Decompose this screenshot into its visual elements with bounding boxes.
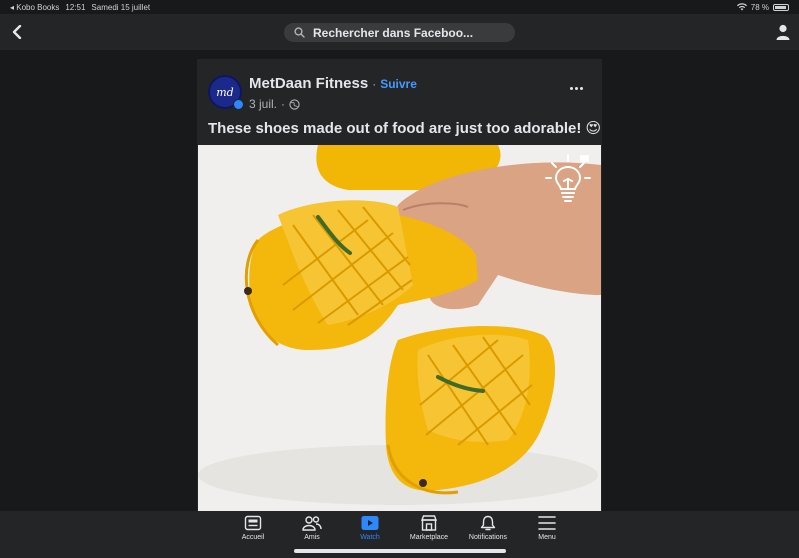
home-indicator[interactable] bbox=[294, 549, 506, 553]
nav-item-watch[interactable]: Watch bbox=[339, 515, 401, 549]
battery-percent: 78 % bbox=[750, 2, 769, 12]
meta-separator: · bbox=[281, 97, 286, 111]
person-icon bbox=[776, 24, 790, 40]
chevron-left-icon bbox=[12, 25, 22, 39]
post-author-row: MetDaan Fitness · Suivre bbox=[249, 75, 417, 92]
verified-badge-icon bbox=[233, 99, 244, 110]
nav-item-notifications[interactable]: Notifications bbox=[457, 515, 519, 549]
nav-label-friends: Amis bbox=[304, 534, 320, 541]
more-dot-icon bbox=[569, 86, 573, 90]
nav-item-friends[interactable]: Amis bbox=[281, 515, 343, 549]
battery-icon bbox=[773, 3, 789, 11]
marketplace-icon bbox=[420, 515, 438, 531]
search-input[interactable]: Rechercher dans Faceboo... bbox=[284, 23, 515, 42]
post-date[interactable]: 3 juil. bbox=[249, 97, 277, 111]
profile-button[interactable] bbox=[774, 23, 792, 41]
menu-icon bbox=[538, 516, 556, 530]
watch-icon bbox=[361, 516, 379, 530]
nav-label-notifications: Notifications bbox=[468, 534, 508, 541]
more-dot-icon bbox=[579, 86, 583, 90]
post-media[interactable] bbox=[198, 145, 601, 511]
nav-item-menu[interactable]: Menu bbox=[516, 515, 578, 549]
back-to-app-link[interactable]: ◂ Kobo Books bbox=[10, 3, 59, 12]
post-caption: These shoes made out of food are just to… bbox=[208, 120, 602, 137]
search-icon bbox=[294, 27, 305, 38]
lightbulb-icon[interactable] bbox=[544, 153, 592, 205]
nav-label-home: Accueil bbox=[241, 534, 265, 541]
search-placeholder: Rechercher dans Faceboo... bbox=[313, 25, 474, 40]
bell-icon bbox=[480, 515, 496, 531]
author-separator: · bbox=[372, 77, 377, 91]
nav-item-home[interactable]: Accueil bbox=[222, 515, 284, 549]
status-time: 12:51 bbox=[65, 2, 86, 12]
more-options-button[interactable] bbox=[568, 83, 584, 93]
post-card: md MetDaan Fitness · Suivre 3 juil. · Th… bbox=[197, 59, 602, 511]
back-button[interactable] bbox=[8, 22, 26, 42]
nav-item-marketplace[interactable]: Marketplace bbox=[398, 515, 460, 549]
post-author-name[interactable]: MetDaan Fitness bbox=[249, 75, 368, 92]
mango-shoes-illustration bbox=[198, 145, 601, 511]
follow-button[interactable]: Suivre bbox=[380, 77, 417, 91]
more-dot-icon bbox=[574, 86, 578, 90]
avatar-monogram: md bbox=[216, 85, 234, 99]
nav-label-watch: Watch bbox=[360, 534, 380, 541]
status-bar: ◂ Kobo Books 12:51 Samedi 15 juillet 78 … bbox=[0, 0, 799, 14]
wifi-icon bbox=[736, 3, 747, 11]
status-date: Samedi 15 juillet bbox=[91, 2, 151, 12]
globe-icon bbox=[289, 98, 300, 110]
home-icon bbox=[244, 515, 262, 531]
post-meta: 3 juil. · bbox=[249, 97, 300, 111]
nav-label-menu: Menu bbox=[538, 534, 556, 541]
friends-icon bbox=[302, 516, 322, 531]
nav-label-marketplace: Marketplace bbox=[409, 534, 449, 541]
top-bar: Rechercher dans Faceboo... bbox=[0, 14, 799, 50]
